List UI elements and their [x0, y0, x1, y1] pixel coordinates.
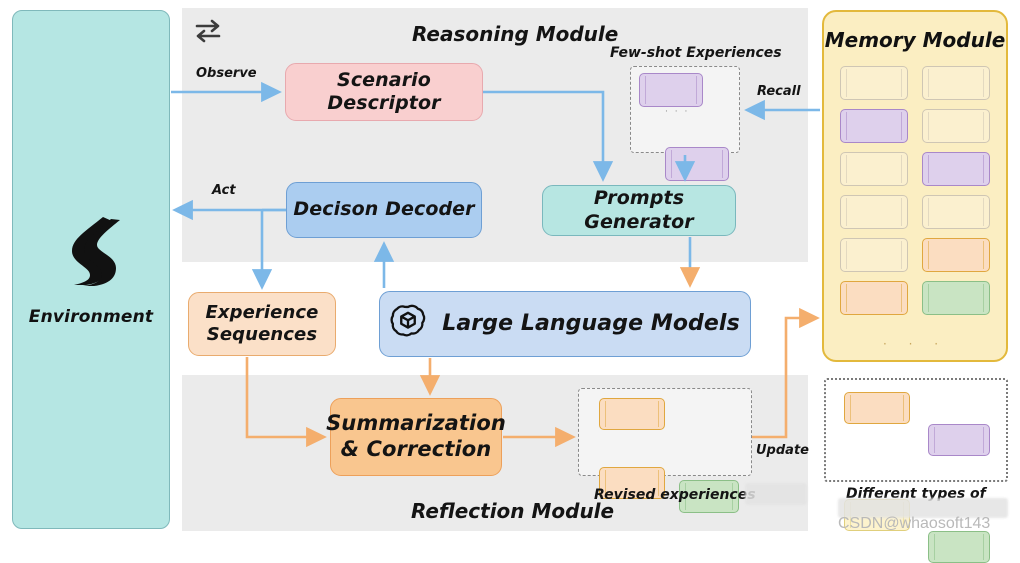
memory-cell [922, 281, 990, 315]
reasoning-module-title: Reasoning Module [412, 22, 619, 46]
memory-module-title: Memory Module [824, 28, 1006, 52]
edge-label-update: Update [756, 443, 809, 458]
decision-decoder-node[interactable]: Decison Decoder [286, 182, 482, 238]
memory-cell [840, 238, 908, 272]
legend-card-purple [928, 424, 990, 456]
memory-cell [922, 195, 990, 229]
few-shot-caption: Few-shot Experiences [610, 45, 782, 61]
memory-cell [922, 152, 990, 186]
revised-experiences-group [578, 388, 752, 513]
summarization-line1: Summarization [326, 411, 506, 436]
few-shot-ellipsis: · · · [665, 107, 690, 117]
reflection-module-title: Reflection Module [411, 499, 615, 523]
large-language-models-node[interactable]: Large Language Models [379, 291, 751, 357]
few-shot-card [665, 147, 729, 181]
memory-cell [840, 109, 908, 143]
environment-label: Environment [28, 306, 154, 327]
environment-panel[interactable]: Environment [12, 10, 170, 529]
revised-experiences-caption: Revised experiences [594, 487, 756, 503]
experience-sequences-line2: Sequences [206, 324, 318, 345]
memory-cell-grid [840, 66, 990, 315]
openai-logo-icon [390, 302, 426, 346]
revised-card [599, 398, 665, 430]
memory-cell [840, 281, 908, 315]
large-language-models-label: Large Language Models [442, 310, 740, 336]
prompts-generator-node[interactable]: Prompts Generator [542, 185, 736, 236]
memory-cell [840, 152, 908, 186]
few-shot-card [639, 73, 703, 107]
legend-card-green [928, 531, 990, 563]
edge-label-observe: Observe [196, 66, 257, 81]
legend-card-orange [844, 392, 910, 424]
memory-cell [922, 66, 990, 100]
summarization-correction-node[interactable]: Summarization & Correction [326, 398, 506, 476]
memory-ellipsis: · · · [882, 337, 948, 351]
watermark-text: CSDN@whaosoft143 [838, 515, 991, 532]
summarization-line2: & Correction [340, 437, 492, 461]
experience-sequences-node[interactable]: Experience Sequences [188, 292, 336, 356]
few-shot-experiences-group: · · · [630, 66, 740, 181]
edge-label-recall: Recall [757, 84, 801, 99]
legend-group [824, 378, 1008, 563]
blur-overlay-revised [745, 483, 807, 505]
diagram-canvas: Environment Reasoning Module Reflection … [0, 0, 1020, 563]
memory-module-panel[interactable]: Memory Module · · · [822, 10, 1008, 362]
winding-road-icon [56, 213, 126, 293]
memory-cell [840, 195, 908, 229]
memory-cell [922, 109, 990, 143]
refresh-loop-icon [191, 14, 225, 52]
edge-label-act: Act [212, 183, 236, 198]
memory-cell [922, 238, 990, 272]
scenario-descriptor-node[interactable]: Scenario Descriptor [285, 63, 483, 121]
memory-cell [840, 66, 908, 100]
experience-sequences-line1: Experience [205, 302, 319, 324]
